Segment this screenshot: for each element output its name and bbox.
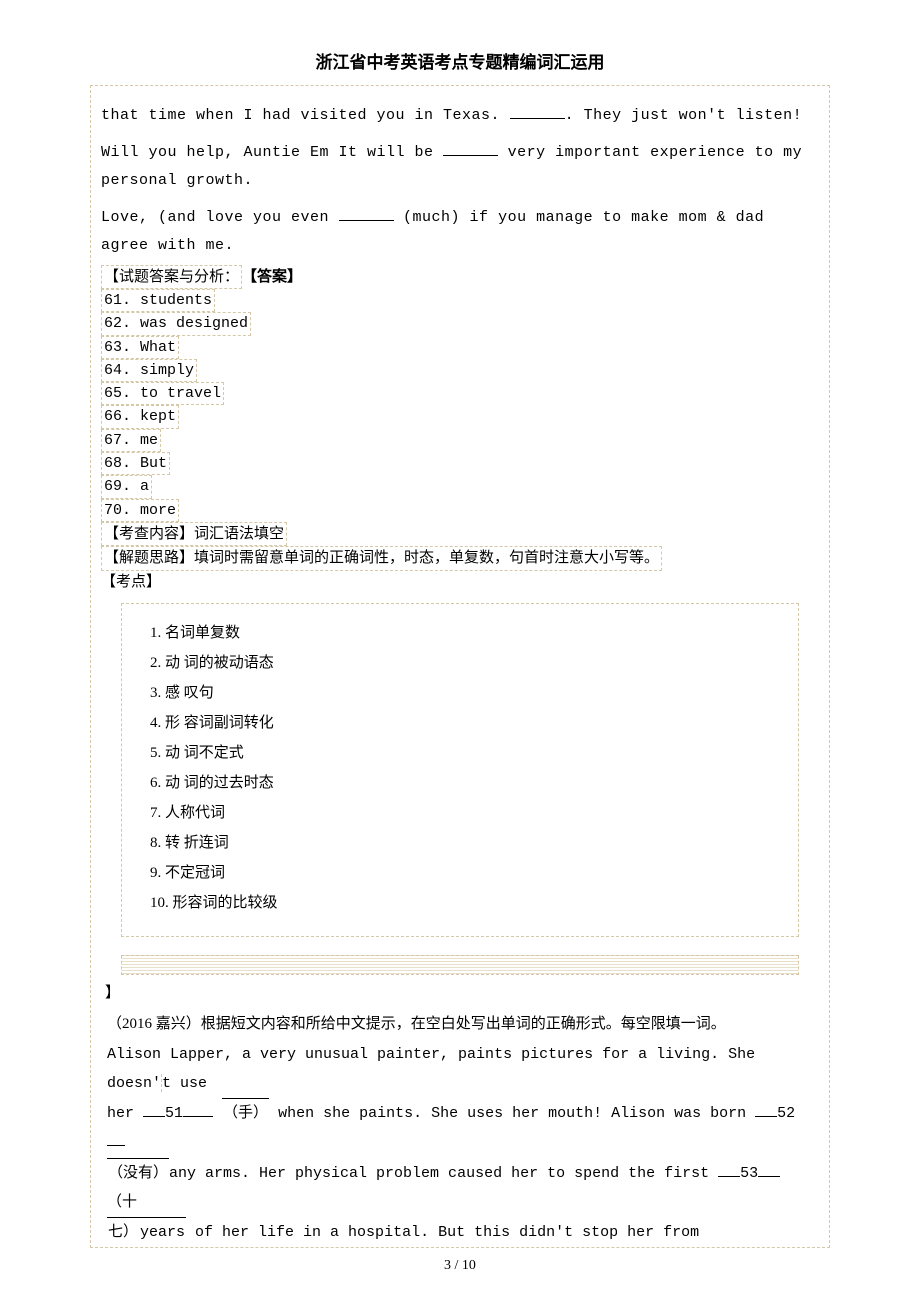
exam-point-label: 【考点】 [101, 571, 819, 594]
answer-item: 62. was designed [101, 312, 251, 335]
list-item: 5. 动 词不定式 [140, 738, 780, 768]
answer-item: 65. to travel [101, 382, 224, 405]
text: any arms. Her physical problem caused he… [169, 1165, 718, 1182]
answer-item: 64. simply [101, 359, 197, 382]
exam-points-box: 1. 名词单复数 2. 动 词的被动语态 3. 感 叹句 4. 形 容词副词转化… [121, 603, 799, 937]
exam-content-row: 【考查内容】词汇语法填空 [101, 522, 287, 547]
gap-number: 52 [777, 1105, 795, 1122]
fill-blank [718, 1162, 740, 1177]
list-item: 1. 名词单复数 [140, 618, 780, 648]
list-item: 2. 动 词的被动语态 [140, 648, 780, 678]
page-title: 浙江省中考英语考点专题精编词汇运用 [90, 48, 830, 73]
hatched-separator [121, 955, 799, 975]
answer-item: 63. What [101, 336, 179, 359]
fill-blank [443, 141, 498, 156]
passage2-intro: （2016 嘉兴）根据短文内容和所给中文提示，在空白处写出单词的正确形式。每空限… [107, 1010, 813, 1039]
text: her [107, 1105, 143, 1122]
text: . They just won't listen! [565, 107, 803, 124]
text: that time when I had visited you in Texa… [101, 107, 510, 124]
list-item: 10. 形容词的比较级 [140, 888, 780, 918]
fill-blank [758, 1162, 780, 1177]
fill-blank [339, 206, 394, 221]
passage2-line: Alison Lapper, a very unusual painter, p… [107, 1040, 813, 1099]
exam-content-text: 词汇语法填空 [194, 526, 284, 542]
answer-section: 【试题答案与分析：【答案】 61. students 62. was desig… [101, 265, 819, 594]
list-item: 3. 感 叹句 [140, 678, 780, 708]
gap-number: 51 [165, 1105, 183, 1122]
fill-blank [183, 1102, 213, 1117]
passage2-line: （没有）any arms. Her physical problem cause… [107, 1158, 813, 1218]
hint: （十 [107, 1194, 137, 1210]
answer-item: 68. But [101, 452, 170, 475]
hint-tail: 七） [107, 1217, 139, 1247]
text: when she paints. She uses her mouth! Ali… [278, 1105, 755, 1122]
answer-item: 70. more [101, 499, 179, 522]
text: Love, (and love you even [101, 209, 339, 226]
text-overlined: years [139, 1217, 186, 1247]
answer-item: 66. kept [101, 405, 179, 428]
fill-blank [107, 1131, 125, 1146]
list-item: 8. 转 折连词 [140, 828, 780, 858]
page-number: 3 / 10 [0, 1258, 920, 1274]
main-content-box: that time when I had visited you in Texa… [90, 85, 830, 1248]
solving-approach-label: 【解题思路】 [104, 550, 194, 566]
list-item: 9. 不定冠词 [140, 858, 780, 888]
text: of her life in a hospital. But this didn… [186, 1224, 699, 1241]
closing-bracket: 】 [101, 981, 819, 1002]
text: Will you help, Auntie Em It will be [101, 144, 443, 161]
hint: （没有） [107, 1158, 169, 1188]
answer-item: 69. a [101, 475, 152, 498]
solving-approach-row: 【解题思路】填词时需留意单词的正确词性，时态，单复数，句首时注意大小写等。 [101, 546, 662, 571]
passage2-line: 七）years of her life in a hospital. But t… [107, 1217, 813, 1247]
passage2-line: her 51 （手） when she paints. She uses her… [107, 1098, 813, 1158]
answer-item: 61. students [101, 289, 215, 312]
fill-blank [143, 1102, 165, 1117]
exam-content-label: 【考查内容】 [104, 526, 194, 542]
passage1-paragraph-2: Will you help, Auntie Em It will be very… [101, 139, 819, 196]
list-item: 4. 形 容词副词转化 [140, 708, 780, 738]
list-item: 7. 人称代词 [140, 798, 780, 828]
hint: （手） [222, 1098, 269, 1128]
answer-heading: 【答案】 [242, 269, 302, 285]
answer-item: 67. me [101, 429, 161, 452]
list-item: 6. 动 词的过去时态 [140, 768, 780, 798]
text: t use [162, 1075, 207, 1092]
fill-blank [510, 104, 565, 119]
passage2: （2016 嘉兴）根据短文内容和所给中文提示，在空白处写出单词的正确形式。每空限… [101, 1002, 819, 1247]
gap-number: 53 [740, 1165, 758, 1182]
analysis-label: 【试题答案与分析： [101, 265, 242, 290]
fill-blank [755, 1102, 777, 1117]
solving-approach-text: 填词时需留意单词的正确词性，时态，单复数，句首时注意大小写等。 [194, 550, 659, 566]
passage1-paragraph-3: Love, (and love you even (much) if you m… [101, 204, 819, 261]
passage1-paragraph-1: that time when I had visited you in Texa… [101, 102, 819, 131]
